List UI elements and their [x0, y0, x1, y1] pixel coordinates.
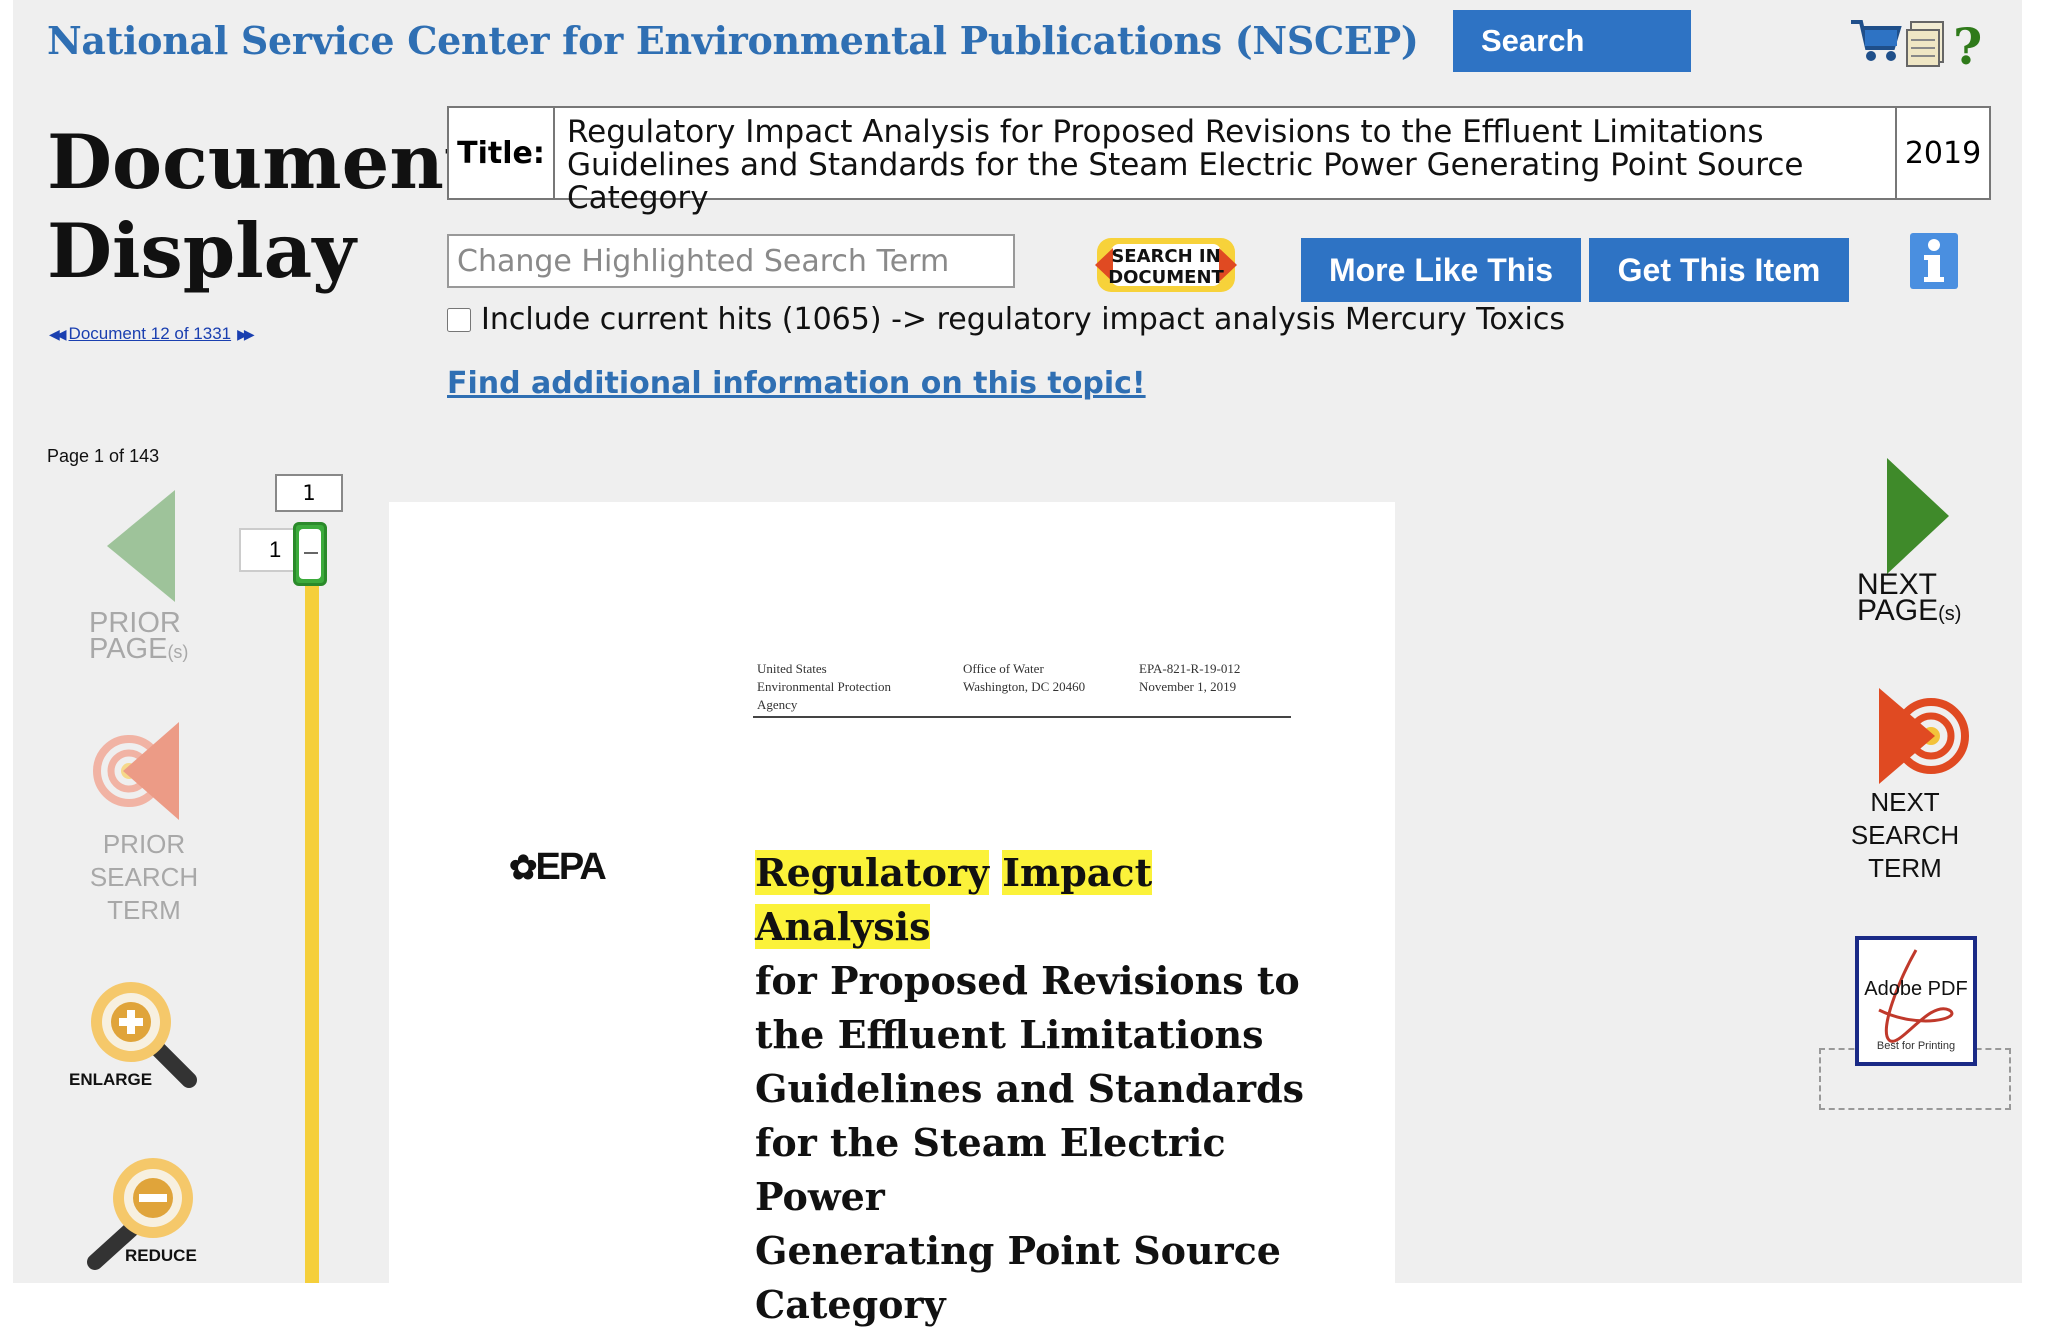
page-background: National Service Center for Environmenta…	[13, 0, 2022, 1327]
next-search-term-icon[interactable]	[1873, 684, 1969, 788]
reduce-label: REDUCE	[125, 1246, 197, 1265]
cover-title-line: for Proposed Revisions to	[755, 958, 1300, 1003]
next-search-label-line3: TERM	[1868, 853, 1942, 883]
info-icon[interactable]	[1909, 232, 1959, 290]
document-office: Office of Water Washington, DC 20460	[963, 660, 1085, 696]
document-agency: United States Environmental Protection A…	[757, 660, 891, 714]
search-button[interactable]: Search	[1453, 10, 1691, 72]
document-agency-line2: Environmental Protection	[757, 679, 891, 694]
highlighted-term: Regulatory	[755, 850, 990, 895]
document-title: Regulatory Impact Analysis for Proposed …	[555, 108, 1897, 215]
next-document-icon[interactable]: ▶▶	[237, 326, 254, 343]
document-number-line2: November 1, 2019	[1139, 679, 1237, 694]
page-slider-thumb[interactable]	[293, 522, 327, 586]
document-office-line1: Office of Water	[963, 661, 1044, 676]
prior-search-term-button[interactable]: PRIOR SEARCH TERM	[79, 716, 209, 927]
page-heading-line1: Document	[47, 118, 479, 206]
prior-search-label-line2: SEARCH	[89, 862, 199, 892]
next-page-label-suffix: (s)	[1938, 603, 1962, 625]
include-hits-checkbox[interactable]	[447, 307, 471, 332]
cover-title-line: Category	[755, 1282, 946, 1327]
document-agency-line3: Agency	[757, 697, 798, 712]
prior-page-label-line2: PAGE	[89, 633, 168, 665]
page-heading-line2: Display	[47, 207, 356, 295]
cover-title-line: the Effluent Limitations	[755, 1012, 1264, 1057]
page-heading: Document Display	[47, 118, 479, 296]
prior-search-term-icon	[93, 722, 179, 820]
include-hits-label: Include current hits (1065) -> regulator…	[481, 302, 1566, 337]
prior-page-arrow-icon	[107, 490, 175, 602]
svg-text:?: ?	[1953, 17, 1982, 70]
enlarge-label: ENLARGE	[69, 1070, 153, 1089]
next-search-label-line1: NEXT	[1870, 787, 1940, 817]
get-this-item-button[interactable]: Get This Item	[1589, 238, 1849, 302]
cover-title-line: Guidelines and Standards	[755, 1066, 1305, 1111]
reduce-button[interactable]: REDUCE	[77, 1150, 217, 1270]
highlighted-term: Analysis	[755, 904, 931, 949]
next-search-label-line2: SEARCH	[1850, 820, 1960, 850]
find-more-link[interactable]: Find additional information on this topi…	[447, 366, 1146, 401]
adobe-pdf-button[interactable]: Adobe PDF Best for Printing	[1855, 936, 1977, 1066]
prior-page-label-suffix: (s)	[167, 642, 189, 662]
document-office-line2: Washington, DC 20460	[963, 679, 1086, 694]
page-slider-track[interactable]	[305, 580, 319, 1283]
search-in-document-line2: DOCUMENT	[1108, 267, 1224, 288]
next-page-arrow-icon[interactable]	[1883, 456, 1963, 576]
pdf-label: Adobe PDF	[1864, 978, 1968, 1000]
help-icon[interactable]: ?	[1953, 17, 1982, 76]
include-hits-option[interactable]: Include current hits (1065) -> regulator…	[447, 302, 1565, 337]
document-position-link[interactable]: Document 12 of 1331	[69, 324, 232, 344]
next-page-label-line2: PAGE	[1857, 594, 1939, 627]
cover-title-line: for the Steam Electric Power	[755, 1120, 1226, 1219]
highlight-search-input[interactable]	[447, 234, 1015, 288]
document-number-line1: EPA-821-R-19-012	[1139, 661, 1241, 676]
document-year: 2019	[1904, 135, 1982, 171]
page-indicator: Page 1 of 143	[47, 446, 160, 466]
cover-title-line: Generating Point Source	[755, 1228, 1281, 1273]
highlighted-term: Impact	[1002, 850, 1153, 895]
search-in-document-button[interactable]: SEARCH IN DOCUMENT	[1091, 234, 1241, 296]
page-slider-max-box: 1	[275, 474, 343, 512]
documents-icon[interactable]	[1906, 21, 1944, 67]
document-agency-line1: United States	[757, 661, 827, 676]
enlarge-button[interactable]: ENLARGE	[69, 972, 217, 1092]
title-box: Title: Regulatory Impact Analysis for Pr…	[447, 106, 1991, 215]
document-number: EPA-821-R-19-012 November 1, 2019	[1139, 660, 1240, 696]
pdf-sublabel: Best for Printing	[1876, 1040, 1956, 1052]
document-page-image: United States Environmental Protection A…	[389, 502, 1395, 1327]
search-in-document-line1: SEARCH IN	[1111, 246, 1220, 267]
next-search-term-button[interactable]: NEXT SEARCH TERM	[1845, 786, 1965, 885]
prior-search-label-line3: TERM	[107, 895, 181, 925]
next-page-button[interactable]: NEXT PAGE(s)	[1857, 570, 1962, 627]
document-navigation: ◀◀ Document 12 of 1331 ▶▶	[49, 324, 255, 344]
top-icon-group: ?	[1849, 16, 2009, 76]
prior-page-button[interactable]: PRIOR PAGE(s)	[89, 486, 219, 665]
title-label: Title:	[449, 108, 555, 198]
epa-flower-icon: ✿	[509, 849, 537, 887]
epa-logo: ✿EPA	[509, 846, 607, 889]
previous-document-icon[interactable]: ◀◀	[49, 326, 66, 343]
prior-search-label-line1: PRIOR	[102, 829, 186, 859]
more-like-this-button[interactable]: More Like This	[1301, 238, 1581, 302]
cart-icon[interactable]	[1851, 20, 1902, 61]
document-header-rule	[753, 716, 1291, 718]
site-title[interactable]: National Service Center for Environmenta…	[47, 18, 1419, 63]
epa-logo-text: EPA	[535, 846, 607, 888]
document-cover-title: Regulatory Impact Analysis for Proposed …	[755, 846, 1315, 1332]
